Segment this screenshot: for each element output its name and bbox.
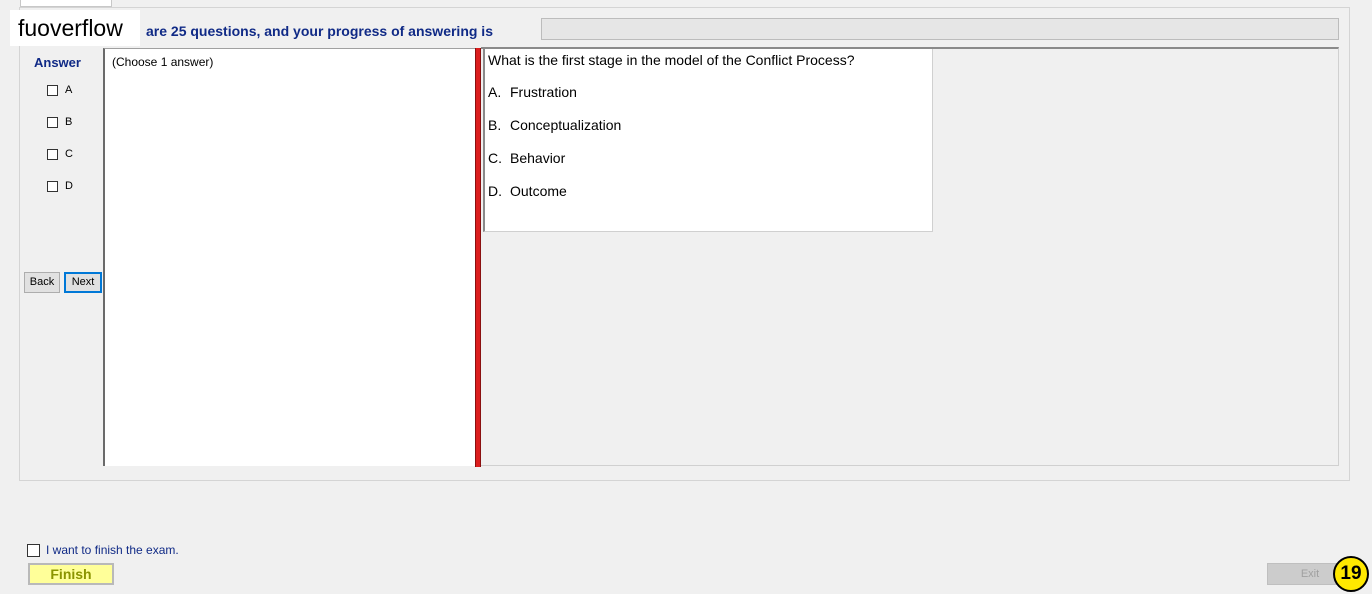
back-button[interactable]: Back [24, 272, 60, 293]
finish-exam-checkbox[interactable] [27, 543, 40, 557]
choice-b: B. Conceptualization [488, 117, 621, 133]
watermark-label: fuoverflow [10, 10, 140, 46]
instruction-panel: (Choose 1 answer) [103, 48, 475, 466]
option-label: A [65, 84, 73, 96]
checkbox-c[interactable] [47, 148, 58, 160]
option-label: C [65, 148, 73, 160]
choice-text: Behavior [510, 150, 566, 166]
finish-button[interactable]: Finish [28, 563, 114, 585]
choice-a: A. Frustration [488, 84, 577, 100]
choice-letter: A. [488, 84, 502, 100]
question-box: What is the first stage in the model of … [483, 49, 933, 232]
choice-letter: D. [488, 183, 502, 199]
choice-text: Conceptualization [510, 117, 622, 133]
next-button[interactable]: Next [64, 272, 102, 293]
checkbox-a[interactable] [47, 84, 58, 96]
choice-c: C. Behavior [488, 150, 565, 166]
answer-option-d[interactable]: D [47, 178, 73, 194]
answer-option-c[interactable]: C [47, 146, 73, 162]
choice-text: Outcome [510, 183, 567, 199]
answer-option-a[interactable]: A [47, 82, 72, 98]
choice-letter: C. [488, 150, 502, 166]
checkbox-b[interactable] [47, 116, 58, 128]
choice-letter: B. [488, 117, 502, 133]
checkbox-d[interactable] [47, 180, 58, 192]
question-text: What is the first stage in the model of … [488, 52, 855, 68]
finish-exam-label: I want to finish the exam. [46, 543, 179, 557]
choice-d: D. Outcome [488, 183, 567, 199]
option-label: D [65, 180, 73, 192]
option-label: B [65, 116, 73, 128]
tab-stub [20, 0, 112, 7]
choice-text: Frustration [510, 84, 577, 100]
finish-exam-checkbox-row[interactable]: I want to finish the exam. [27, 543, 179, 557]
instruction-text: (Choose 1 answer) [112, 55, 214, 69]
answer-heading: Answer [34, 55, 81, 70]
step-number-badge: 19 [1333, 556, 1369, 592]
progress-text: are 25 questions, and your progress of a… [146, 23, 493, 39]
answer-option-b[interactable]: B [47, 114, 72, 130]
progress-bar [541, 18, 1339, 40]
